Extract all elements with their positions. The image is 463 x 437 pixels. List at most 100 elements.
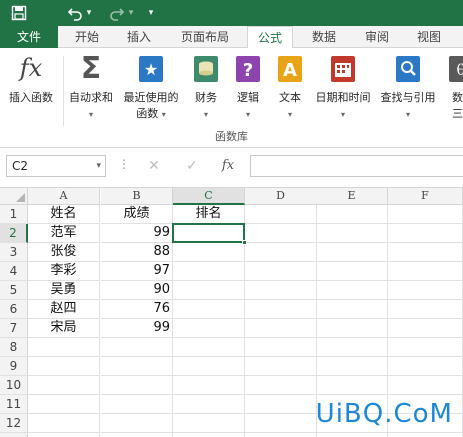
- column-header-a[interactable]: A: [28, 188, 100, 205]
- cell-f1[interactable]: [388, 205, 463, 224]
- formula-bar-splitter[interactable]: ⋮: [118, 157, 130, 171]
- cell-d8[interactable]: [245, 338, 317, 357]
- cell-c13[interactable]: [173, 433, 245, 437]
- cell-c2[interactable]: [173, 224, 245, 243]
- cell-d5[interactable]: [245, 281, 317, 300]
- cell-a1[interactable]: 姓名: [28, 205, 100, 224]
- cell-d12[interactable]: [245, 414, 317, 433]
- cell-d6[interactable]: [245, 300, 317, 319]
- cell-d10[interactable]: [245, 376, 317, 395]
- column-header-f[interactable]: F: [388, 188, 463, 205]
- cell-a8[interactable]: [28, 338, 100, 357]
- cell-c3[interactable]: [173, 243, 245, 262]
- cell-f9[interactable]: [388, 357, 463, 376]
- row-header-3[interactable]: 3: [0, 243, 28, 262]
- cell-d9[interactable]: [245, 357, 317, 376]
- date-time-button[interactable]: 日期和时间 ▾: [310, 50, 376, 126]
- tab-page-layout[interactable]: 页面布局: [172, 26, 238, 48]
- autosum-button[interactable]: Σ 自动求和 ▾: [64, 50, 118, 126]
- cell-f10[interactable]: [388, 376, 463, 395]
- row-header-5[interactable]: 5: [0, 281, 28, 300]
- row-header-7[interactable]: 7: [0, 319, 28, 338]
- cell-d13[interactable]: [245, 433, 317, 437]
- row-header-4[interactable]: 4: [0, 262, 28, 281]
- lookup-reference-button[interactable]: 查找与引用 ▾: [376, 50, 440, 126]
- cell-a7[interactable]: 宋局: [28, 319, 100, 338]
- cell-c8[interactable]: [173, 338, 245, 357]
- tab-formulas[interactable]: 公式: [247, 26, 293, 49]
- financial-dropdown[interactable]: ▾: [204, 110, 208, 119]
- cell-e2[interactable]: [316, 224, 388, 243]
- text-button[interactable]: A 文本 ▾: [270, 50, 310, 126]
- cell-c7[interactable]: [173, 319, 245, 338]
- redo-dropdown[interactable]: ▾: [126, 3, 136, 23]
- cell-d11[interactable]: [245, 395, 317, 414]
- cell-a6[interactable]: 赵四: [28, 300, 100, 319]
- cell-c11[interactable]: [173, 395, 245, 414]
- date-time-dropdown[interactable]: ▾: [341, 110, 345, 119]
- logical-dropdown[interactable]: ▾: [246, 110, 250, 119]
- cell-b1[interactable]: 成绩: [101, 205, 173, 224]
- cell-f8[interactable]: [388, 338, 463, 357]
- cell-b7[interactable]: 99: [101, 319, 173, 338]
- cell-e5[interactable]: [316, 281, 388, 300]
- cell-a3[interactable]: 张俊: [28, 243, 100, 262]
- cell-b12[interactable]: [101, 414, 173, 433]
- enter-icon[interactable]: ✓: [180, 157, 204, 175]
- tab-review[interactable]: 审阅: [356, 26, 398, 48]
- row-header-8[interactable]: 8: [0, 338, 28, 357]
- insert-function-fx-icon[interactable]: fx: [216, 157, 240, 175]
- row-header-11[interactable]: 11: [0, 395, 28, 414]
- recently-used-button[interactable]: ★ 最近使用的 函数 ▾: [118, 50, 184, 126]
- tab-home[interactable]: 开始: [66, 26, 108, 48]
- column-header-b[interactable]: B: [101, 188, 173, 205]
- cell-b11[interactable]: [101, 395, 173, 414]
- row-header-6[interactable]: 6: [0, 300, 28, 319]
- cell-e4[interactable]: [316, 262, 388, 281]
- row-header-9[interactable]: 9: [0, 357, 28, 376]
- cell-a12[interactable]: [28, 414, 100, 433]
- customize-qat-icon[interactable]: ▾: [144, 3, 158, 23]
- financial-button[interactable]: 财务 ▾: [186, 50, 226, 126]
- cell-f13[interactable]: [388, 433, 463, 437]
- tab-insert[interactable]: 插入: [118, 26, 160, 48]
- cell-e10[interactable]: [316, 376, 388, 395]
- lookup-reference-dropdown[interactable]: ▾: [406, 110, 410, 119]
- formula-input[interactable]: [250, 155, 463, 177]
- cell-c5[interactable]: [173, 281, 245, 300]
- cell-a13[interactable]: [28, 433, 100, 437]
- row-header-13[interactable]: 13: [0, 433, 28, 437]
- cell-f2[interactable]: [388, 224, 463, 243]
- cell-a9[interactable]: [28, 357, 100, 376]
- cell-e8[interactable]: [316, 338, 388, 357]
- insert-function-button[interactable]: fx 插入函数: [0, 50, 62, 126]
- cell-a2[interactable]: 范军: [28, 224, 100, 243]
- undo-icon[interactable]: [66, 3, 84, 23]
- cell-e1[interactable]: [316, 205, 388, 224]
- cell-b6[interactable]: 76: [101, 300, 173, 319]
- cell-a5[interactable]: 吴勇: [28, 281, 100, 300]
- cell-d2[interactable]: [245, 224, 317, 243]
- tab-view[interactable]: 视图: [408, 26, 450, 48]
- row-header-1[interactable]: 1: [0, 205, 28, 224]
- tab-file[interactable]: 文件: [0, 26, 58, 48]
- cell-d7[interactable]: [245, 319, 317, 338]
- cell-f7[interactable]: [388, 319, 463, 338]
- cell-c4[interactable]: [173, 262, 245, 281]
- cell-f3[interactable]: [388, 243, 463, 262]
- cell-b10[interactable]: [101, 376, 173, 395]
- select-all-button[interactable]: [0, 188, 28, 205]
- autosum-dropdown[interactable]: ▾: [89, 110, 93, 119]
- cell-c9[interactable]: [173, 357, 245, 376]
- cell-b13[interactable]: [101, 433, 173, 437]
- cell-f6[interactable]: [388, 300, 463, 319]
- save-icon[interactable]: [10, 3, 28, 23]
- cell-f4[interactable]: [388, 262, 463, 281]
- text-dropdown[interactable]: ▾: [288, 110, 292, 119]
- cell-b5[interactable]: 90: [101, 281, 173, 300]
- cell-c1[interactable]: 排名: [173, 205, 245, 224]
- cell-d4[interactable]: [245, 262, 317, 281]
- cell-a11[interactable]: [28, 395, 100, 414]
- cell-c10[interactable]: [173, 376, 245, 395]
- cell-d3[interactable]: [245, 243, 317, 262]
